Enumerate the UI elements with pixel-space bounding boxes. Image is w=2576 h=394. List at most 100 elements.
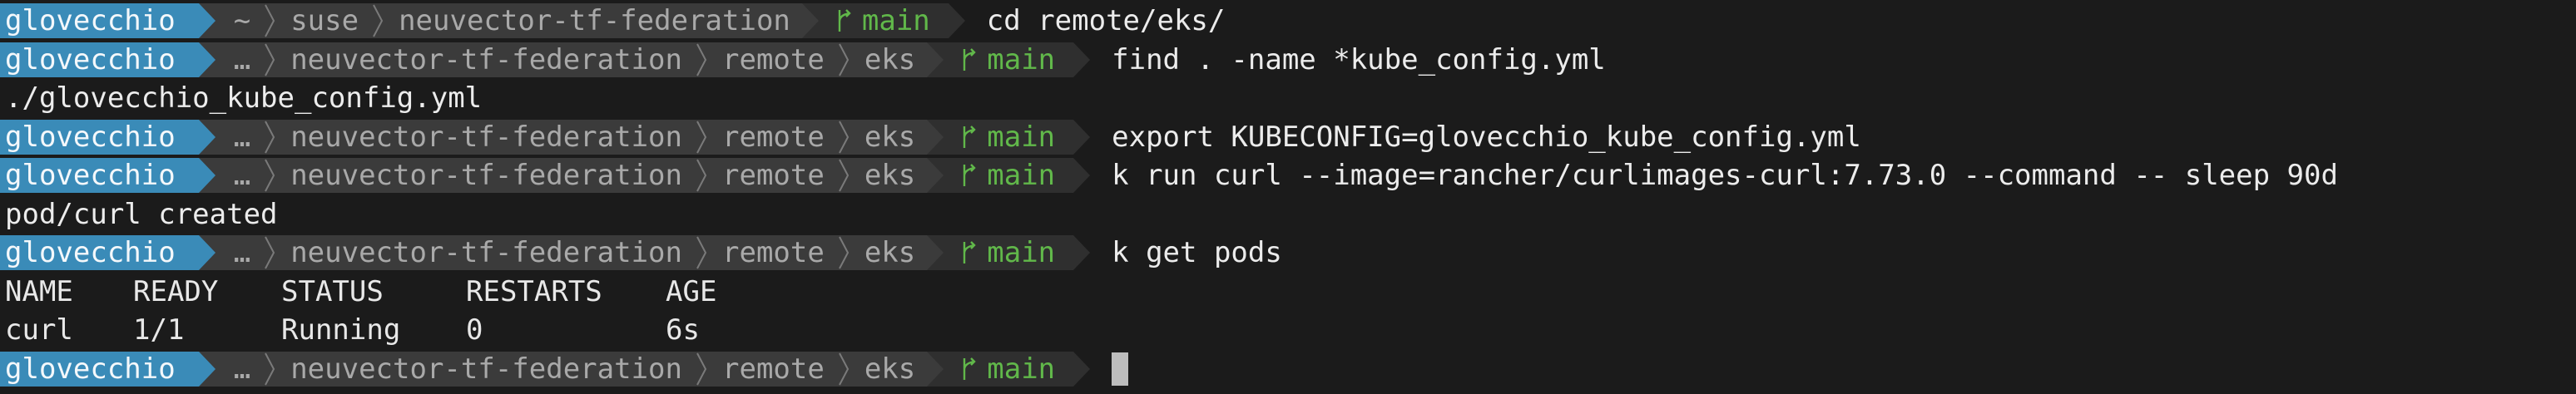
- prompt-ellipsis: …: [215, 119, 263, 155]
- table-header-cell: STATUS: [281, 274, 384, 308]
- command-output: ./glovecchio_kube_config.yml: [5, 81, 483, 115]
- segment-arrow-icon: [1073, 42, 1091, 77]
- prompt: glovecchio … neuvector-tf-federation rem…: [0, 119, 1091, 155]
- chevron-separator-icon: [370, 3, 386, 39]
- chevron-separator-icon: [835, 158, 851, 194]
- table-header: NAME READY STATUS RESTARTS AGE: [0, 273, 2576, 312]
- prompt-dir-remote: remote: [709, 42, 836, 77]
- table-cell: 0: [466, 313, 483, 347]
- prompt-git: main: [944, 351, 1074, 387]
- prompt-line: glovecchio … neuvector-tf-federation rem…: [0, 118, 2576, 157]
- segment-arrow-icon: [1073, 158, 1091, 194]
- chevron-separator-icon: [694, 235, 709, 271]
- prompt-dir-repo: neuvector-tf-federation: [277, 42, 694, 77]
- prompt-dir-eks: eks: [850, 351, 928, 387]
- prompt-dir-remote: remote: [709, 119, 836, 155]
- branch-icon: [962, 240, 977, 265]
- prompt-line: glovecchio … neuvector-tf-federation rem…: [0, 234, 2576, 273]
- segment-arrow-icon: [927, 42, 944, 77]
- command-text: k run curl --image=rancher/curlimages-cu…: [1112, 159, 2338, 192]
- segment-arrow-icon: [198, 351, 215, 387]
- chevron-separator-icon: [262, 119, 278, 155]
- command-text: find . -name *kube_config.yml: [1112, 42, 1606, 76]
- chevron-separator-icon: [262, 235, 278, 271]
- segment-arrow-icon: [198, 158, 215, 194]
- prompt-dir-eks: eks: [850, 158, 928, 194]
- branch-name: main: [987, 352, 1056, 386]
- branch-icon: [962, 163, 977, 188]
- prompt: glovecchio … neuvector-tf-federation rem…: [0, 42, 1091, 77]
- segment-arrow-icon: [1073, 119, 1091, 155]
- prompt-dir-suse: suse: [277, 3, 371, 39]
- terminal-cursor[interactable]: [1112, 352, 1129, 386]
- segment-arrow-icon: [198, 119, 215, 155]
- prompt-git: main: [818, 3, 949, 39]
- branch-icon: [962, 357, 977, 382]
- prompt-dir-repo: neuvector-tf-federation: [277, 119, 694, 155]
- chevron-separator-icon: [835, 42, 851, 77]
- chevron-separator-icon: [835, 351, 851, 387]
- prompt-dir-eks: eks: [850, 235, 928, 271]
- segment-arrow-icon: [927, 235, 944, 271]
- terminal-window[interactable]: glovecchio ~ suse neuvector-tf-federatio…: [0, 0, 2576, 394]
- segment-arrow-icon: [1073, 235, 1091, 271]
- prompt: glovecchio … neuvector-tf-federation rem…: [0, 158, 1091, 194]
- prompt-user: glovecchio: [0, 3, 199, 39]
- prompt-ellipsis: …: [215, 235, 263, 271]
- chevron-separator-icon: [262, 158, 278, 194]
- prompt: glovecchio … neuvector-tf-federation rem…: [0, 235, 1091, 271]
- command-text: export KUBECONFIG=glovecchio_kube_config…: [1112, 120, 1861, 154]
- prompt-user: glovecchio: [0, 351, 199, 387]
- chevron-separator-icon: [694, 351, 709, 387]
- chevron-separator-icon: [262, 3, 278, 39]
- prompt-dir-repo: neuvector-tf-federation: [277, 351, 694, 387]
- table-cell: 6s: [666, 313, 700, 347]
- prompt-line: glovecchio … neuvector-tf-federation rem…: [0, 350, 2576, 389]
- branch-icon: [962, 47, 977, 72]
- branch-name: main: [987, 42, 1056, 76]
- prompt-user: glovecchio: [0, 235, 199, 271]
- segment-arrow-icon: [198, 42, 215, 77]
- chevron-separator-icon: [835, 119, 851, 155]
- prompt-git: main: [944, 235, 1074, 271]
- segment-arrow-icon: [927, 119, 944, 155]
- table-cell: Running: [281, 313, 401, 347]
- segment-arrow-icon: [198, 3, 215, 39]
- table-header-cell: AGE: [666, 274, 717, 308]
- segment-arrow-icon: [198, 235, 215, 271]
- table-cell: curl: [5, 313, 73, 347]
- branch-name: main: [987, 159, 1056, 193]
- table-row: curl 1/1 Running 0 6s: [0, 311, 2576, 350]
- table-cell: 1/1: [133, 313, 185, 347]
- segment-arrow-icon: [948, 3, 965, 39]
- branch-name: main: [987, 236, 1056, 270]
- prompt-dir-repo: neuvector-tf-federation: [385, 3, 802, 39]
- prompt-dir-repo: neuvector-tf-federation: [277, 235, 694, 271]
- prompt-git: main: [944, 119, 1074, 155]
- chevron-separator-icon: [262, 42, 278, 77]
- chevron-separator-icon: [835, 235, 851, 271]
- table-header-cell: READY: [133, 274, 219, 308]
- prompt-user: glovecchio: [0, 42, 199, 77]
- prompt-ellipsis: …: [215, 351, 263, 387]
- segment-arrow-icon: [927, 351, 944, 387]
- segment-arrow-icon: [1073, 351, 1091, 387]
- chevron-separator-icon: [694, 158, 709, 194]
- prompt-line: glovecchio ~ suse neuvector-tf-federatio…: [0, 2, 2576, 41]
- prompt-dir-remote: remote: [709, 235, 836, 271]
- prompt-dir-eks: eks: [850, 119, 928, 155]
- prompt-ellipsis: …: [215, 158, 263, 194]
- chevron-separator-icon: [694, 42, 709, 77]
- table-header-cell: RESTARTS: [466, 274, 602, 308]
- prompt-git: main: [944, 42, 1074, 77]
- prompt-line: glovecchio … neuvector-tf-federation rem…: [0, 41, 2576, 80]
- chevron-separator-icon: [262, 351, 278, 387]
- command-output: pod/curl created: [5, 197, 278, 231]
- prompt-ellipsis: …: [215, 42, 263, 77]
- segment-arrow-icon: [927, 158, 944, 194]
- prompt: glovecchio … neuvector-tf-federation rem…: [0, 351, 1091, 387]
- segment-arrow-icon: [801, 3, 819, 39]
- chevron-separator-icon: [694, 119, 709, 155]
- table-header-cell: NAME: [5, 274, 73, 308]
- prompt-dir-eks: eks: [850, 42, 928, 77]
